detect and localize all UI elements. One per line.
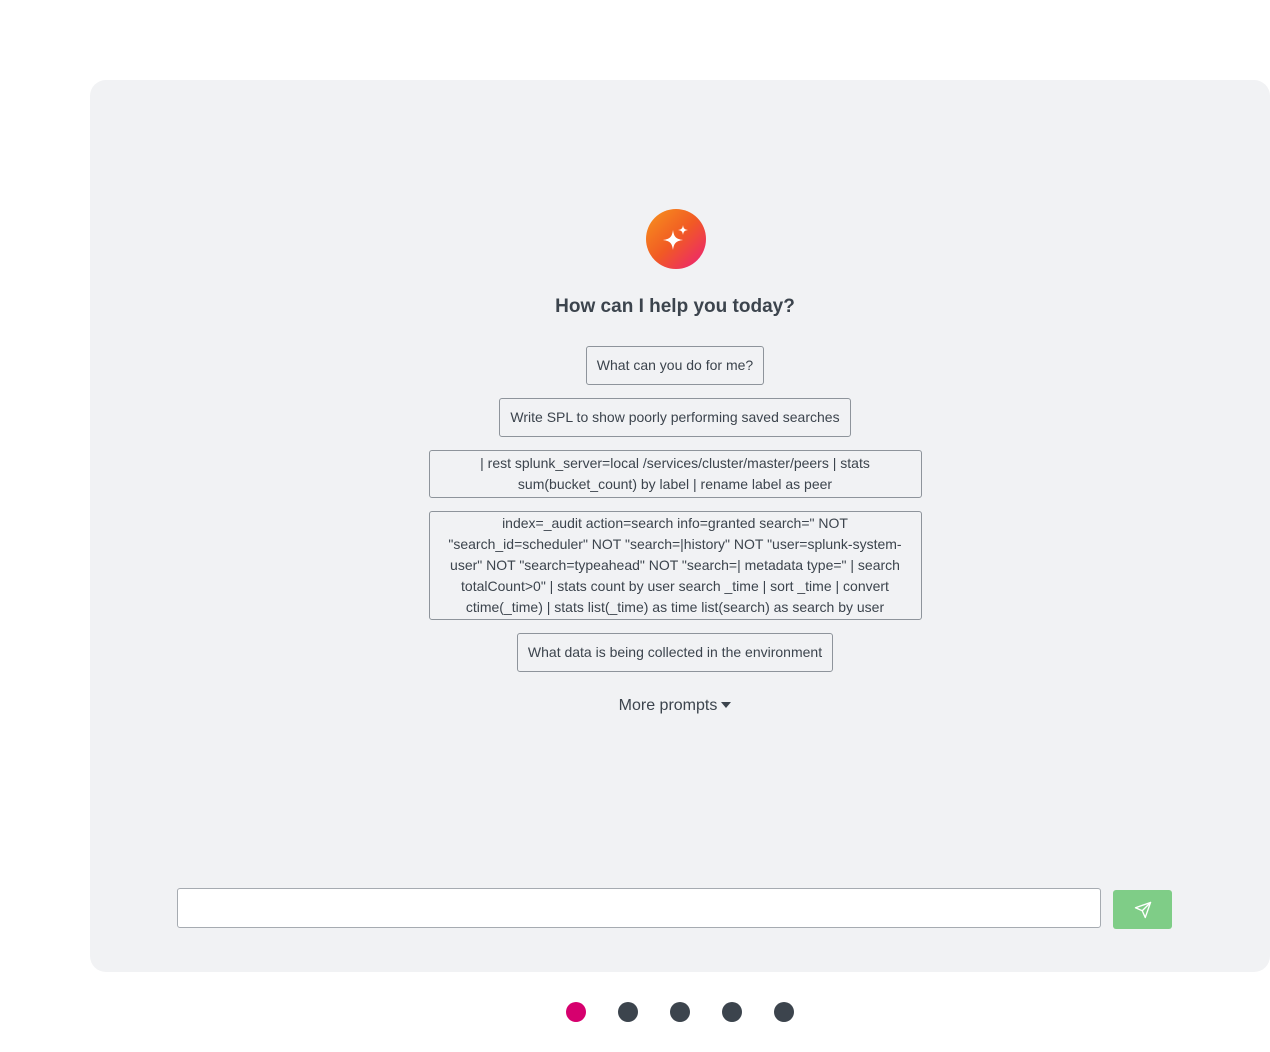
pagination-dot-3[interactable] bbox=[670, 1002, 690, 1022]
caret-down-icon bbox=[721, 701, 732, 708]
pagination-dot-5[interactable] bbox=[774, 1002, 794, 1022]
prompt-button[interactable]: index=_audit action=search info=granted … bbox=[428, 511, 922, 620]
more-prompts-button[interactable]: More prompts bbox=[90, 697, 1260, 715]
prompt-button[interactable]: Write SPL to show poorly performing save… bbox=[499, 398, 851, 437]
sparkle-icon bbox=[663, 225, 688, 250]
pagination-dot-4[interactable] bbox=[722, 1002, 742, 1022]
more-prompts-label: More prompts bbox=[618, 697, 718, 714]
pagination-dot-2[interactable] bbox=[618, 1002, 638, 1022]
prompt-button[interactable]: What data is being collected in the envi… bbox=[516, 633, 834, 672]
suggested-prompts: What can you do for me? Write SPL to sho… bbox=[90, 346, 1260, 685]
pagination-dot-1[interactable] bbox=[566, 1002, 586, 1022]
prompt-button[interactable]: What can you do for me? bbox=[585, 346, 765, 385]
prompt-button[interactable]: | rest splunk_server=local /services/clu… bbox=[428, 450, 922, 498]
send-button[interactable] bbox=[1113, 890, 1172, 929]
assistant-logo bbox=[646, 209, 706, 269]
page-title: How can I help you today? bbox=[555, 296, 795, 317]
assistant-panel: How can I help you today? What can you d… bbox=[90, 80, 1270, 972]
pagination-dots bbox=[566, 1002, 826, 1022]
chat-input[interactable] bbox=[177, 888, 1101, 928]
paper-plane-icon bbox=[1134, 901, 1151, 918]
